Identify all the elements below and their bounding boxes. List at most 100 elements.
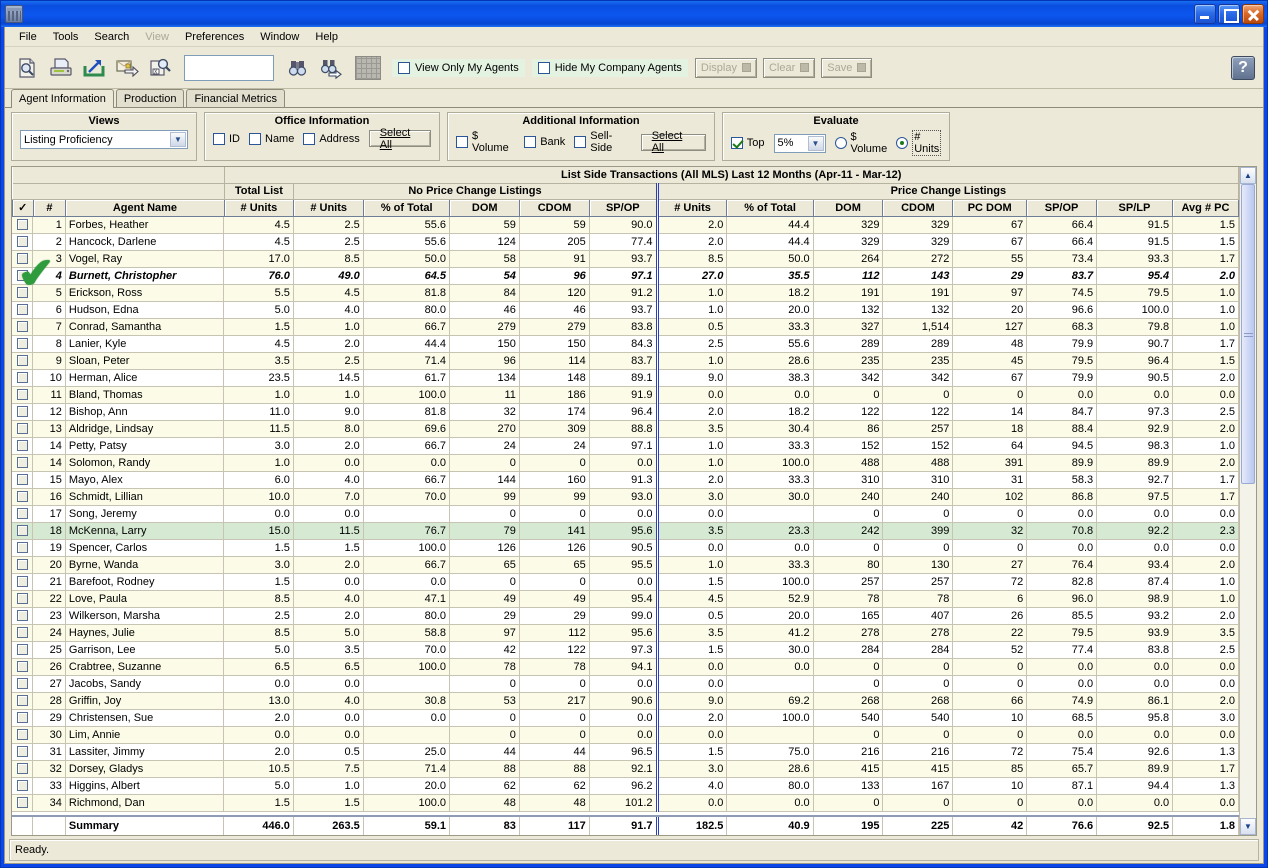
find-button[interactable] (283, 53, 313, 83)
menu-help[interactable]: Help (307, 29, 346, 45)
print-button[interactable] (46, 53, 76, 83)
table-row[interactable]: 21 Barefoot, Rodney 1.5 0.0 0.0 0 0 0.0 1.5 100.0… (12, 573, 1239, 591)
find-next-button[interactable] (316, 53, 346, 83)
table-row[interactable]: 25 Garrison, Lee 5.0 3.5 70.0 42 122 97.3 1.5 30.… (12, 641, 1239, 659)
row-select-checkbox[interactable] (12, 760, 34, 778)
table-row[interactable]: 30 Lim, Annie 0.0 0.0 0 0 0.0 0.0 0 0 0 0.0 0.0 0.0 (12, 726, 1239, 744)
row-select-checkbox[interactable] (12, 658, 34, 676)
table-row[interactable]: 12 Bishop, Ann 11.0 9.0 81.8 32 174 96.4 2.0 18.2… (12, 403, 1239, 421)
table-row[interactable]: 31 Lassiter, Jimmy 2.0 0.5 25.0 44 44 96.5 1.5 75… (12, 743, 1239, 761)
menu-preferences[interactable]: Preferences (177, 29, 252, 45)
column-npc-pct-total[interactable]: % of Total (363, 198, 451, 217)
minimize-button[interactable] (1194, 4, 1216, 24)
row-select-checkbox[interactable] (12, 488, 34, 506)
views-select[interactable]: Listing Proficiency ▼ (20, 130, 188, 149)
column-agent-name[interactable]: Agent Name (65, 198, 225, 217)
scroll-up-button[interactable]: ▲ (1240, 167, 1256, 184)
tab-financial-metrics[interactable]: Financial Metrics (186, 89, 285, 107)
table-row[interactable]: 11 Bland, Thomas 1.0 1.0 100.0 11 186 91.9 0.0 0.… (12, 386, 1239, 404)
grid-icon[interactable] (355, 55, 381, 80)
row-select-checkbox[interactable] (12, 216, 34, 234)
row-select-checkbox[interactable] (12, 318, 34, 336)
column-index[interactable]: # (32, 198, 67, 217)
table-row[interactable]: 8 Lanier, Kyle 4.5 2.0 44.4 150 150 84.3 2.5 55.6… (12, 335, 1239, 353)
column-pc-units[interactable]: # Units (656, 198, 728, 217)
row-select-checkbox[interactable] (12, 267, 34, 285)
table-row[interactable]: 14 Petty, Patsy 3.0 2.0 66.7 24 24 97.1 1.0 33.3 1… (12, 437, 1239, 455)
table-row[interactable]: 26 Crabtree, Suzanne 6.5 6.5 100.0 78 78 94.1 0.… (12, 658, 1239, 676)
row-select-checkbox[interactable] (12, 352, 34, 370)
bank-checkbox[interactable]: Bank (524, 136, 565, 148)
table-row[interactable]: 4 Burnett, Christopher 76.0 49.0 64.5 54 96 97.… (12, 267, 1239, 285)
table-row[interactable]: 19 Spencer, Carlos 1.5 1.5 100.0 126 126 90.5 0.… (12, 539, 1239, 557)
table-row[interactable]: 34 Richmond, Dan 1.5 1.5 100.0 48 48 101.2 0.0 0.… (12, 794, 1239, 812)
table-row[interactable]: 5 Erickson, Ross 5.5 4.5 81.8 84 120 91.2 1.0 18.… (12, 284, 1239, 302)
row-select-checkbox[interactable] (12, 573, 34, 591)
row-select-checkbox[interactable] (12, 641, 34, 659)
column-npc-cdom[interactable]: CDOM (519, 198, 590, 217)
excel-search-button[interactable]: X (145, 53, 175, 83)
table-row[interactable]: 17 Song, Jeremy 0.0 0.0 0 0 0.0 0.0 0 0 0 0.0 0.0 0.0 (12, 505, 1239, 523)
help-button[interactable]: ? (1231, 55, 1255, 80)
evaluate-top-checkbox[interactable]: Top (730, 137, 765, 149)
table-row[interactable]: 23 Wilkerson, Marsha 2.5 2.0 80.0 29 29 99.0 0.5… (12, 607, 1239, 625)
row-select-checkbox[interactable] (12, 301, 34, 319)
table-row[interactable]: 22 Love, Paula 8.5 4.0 47.1 49 49 95.4 4.5 52.9 78… (12, 590, 1239, 608)
row-select-checkbox[interactable] (12, 369, 34, 387)
export-button[interactable] (79, 53, 109, 83)
tab-production[interactable]: Production (115, 89, 185, 107)
table-row[interactable]: 14 Solomon, Randy 1.0 0.0 0.0 0 0 0.0 1.0 100.0 48… (12, 454, 1239, 472)
menu-file[interactable]: File (11, 29, 45, 45)
column-pc-pcdom[interactable]: PC DOM (952, 198, 1028, 217)
row-select-checkbox[interactable] (12, 692, 34, 710)
column-npc-dom[interactable]: DOM (449, 198, 521, 217)
evaluate-dollar-volume-radio[interactable]: $ Volume (834, 131, 887, 155)
row-select-checkbox[interactable] (12, 505, 34, 523)
view-only-my-agents-checkbox[interactable]: View Only My Agents (392, 58, 525, 77)
row-select-checkbox[interactable] (12, 386, 34, 404)
table-row[interactable]: 28 Griffin, Joy 13.0 4.0 30.8 53 217 90.6 9.0 69.… (12, 692, 1239, 710)
column-pc-sp-lp[interactable]: SP/LP (1095, 198, 1173, 217)
row-select-checkbox[interactable] (12, 522, 34, 540)
row-select-checkbox[interactable] (12, 284, 34, 302)
dollar-volume-checkbox[interactable]: $ Volume (456, 130, 515, 154)
column-pc-sp-op[interactable]: SP/OP (1026, 198, 1097, 217)
table-row[interactable]: 9 Sloan, Peter 3.5 2.5 71.4 96 114 83.7 1.0 28.6 2… (12, 352, 1239, 370)
select-all-rows-checkbox[interactable]: ✓ (12, 198, 34, 217)
office-name-checkbox[interactable]: Name (249, 132, 294, 145)
vertical-scrollbar[interactable]: ▲ ▼ (1239, 167, 1256, 835)
search-input[interactable] (184, 54, 274, 81)
scrollbar-track[interactable] (1240, 184, 1256, 818)
table-row[interactable]: 18 McKenna, Larry 15.0 11.5 76.7 79 141 95.6 3.5… (12, 522, 1239, 540)
table-row[interactable]: 2 Hancock, Darlene 4.5 2.5 55.6 124 205 77.4 2.0… (12, 233, 1239, 251)
row-select-checkbox[interactable] (12, 233, 34, 251)
table-row[interactable]: 1 Forbes, Heather 4.5 2.5 55.6 59 59 90.0 2.0 44.… (12, 216, 1239, 234)
column-pc-pct-total[interactable]: % of Total (726, 198, 814, 217)
row-select-checkbox[interactable] (12, 777, 34, 795)
column-pc-dom[interactable]: DOM (812, 198, 884, 217)
additional-select-all-button[interactable]: Select All (640, 130, 707, 154)
row-select-checkbox[interactable] (12, 743, 34, 761)
row-select-checkbox[interactable] (12, 675, 34, 693)
row-select-checkbox[interactable] (12, 335, 34, 353)
row-select-checkbox[interactable] (12, 794, 34, 812)
column-npc-sp-op[interactable]: SP/OP (588, 198, 659, 217)
menu-search[interactable]: Search (86, 29, 137, 45)
row-select-checkbox[interactable] (12, 590, 34, 608)
table-row[interactable]: 3 Vogel, Ray 17.0 8.5 50.0 58 91 93.7 8.5 50.0 264… (12, 250, 1239, 268)
row-select-checkbox[interactable] (12, 726, 34, 744)
office-address-checkbox[interactable]: Address (303, 132, 360, 145)
row-select-checkbox[interactable] (12, 454, 34, 472)
column-pc-cdom[interactable]: CDOM (882, 198, 954, 217)
maximize-button[interactable] (1218, 4, 1240, 24)
table-row[interactable]: 33 Higgins, Albert 5.0 1.0 20.0 62 62 96.2 4.0 80… (12, 777, 1239, 795)
table-row[interactable]: 15 Mayo, Alex 6.0 4.0 66.7 144 160 91.3 2.0 33.3 3… (12, 471, 1239, 489)
row-select-checkbox[interactable] (12, 607, 34, 625)
table-row[interactable]: 13 Aldridge, Lindsay 11.5 8.0 69.6 270 309 88.8… (12, 420, 1239, 438)
table-row[interactable]: 16 Schmidt, Lillian 10.0 7.0 70.0 99 99 93.0 3.0… (12, 488, 1239, 506)
row-select-checkbox[interactable] (12, 403, 34, 421)
row-select-checkbox[interactable] (12, 709, 34, 727)
row-select-checkbox[interactable] (12, 471, 34, 489)
table-row[interactable]: 7 Conrad, Samantha 1.5 1.0 66.7 279 279 83.8 0.5… (12, 318, 1239, 336)
table-row[interactable]: 10 Herman, Alice 23.5 14.5 61.7 134 148 89.1 9.0… (12, 369, 1239, 387)
